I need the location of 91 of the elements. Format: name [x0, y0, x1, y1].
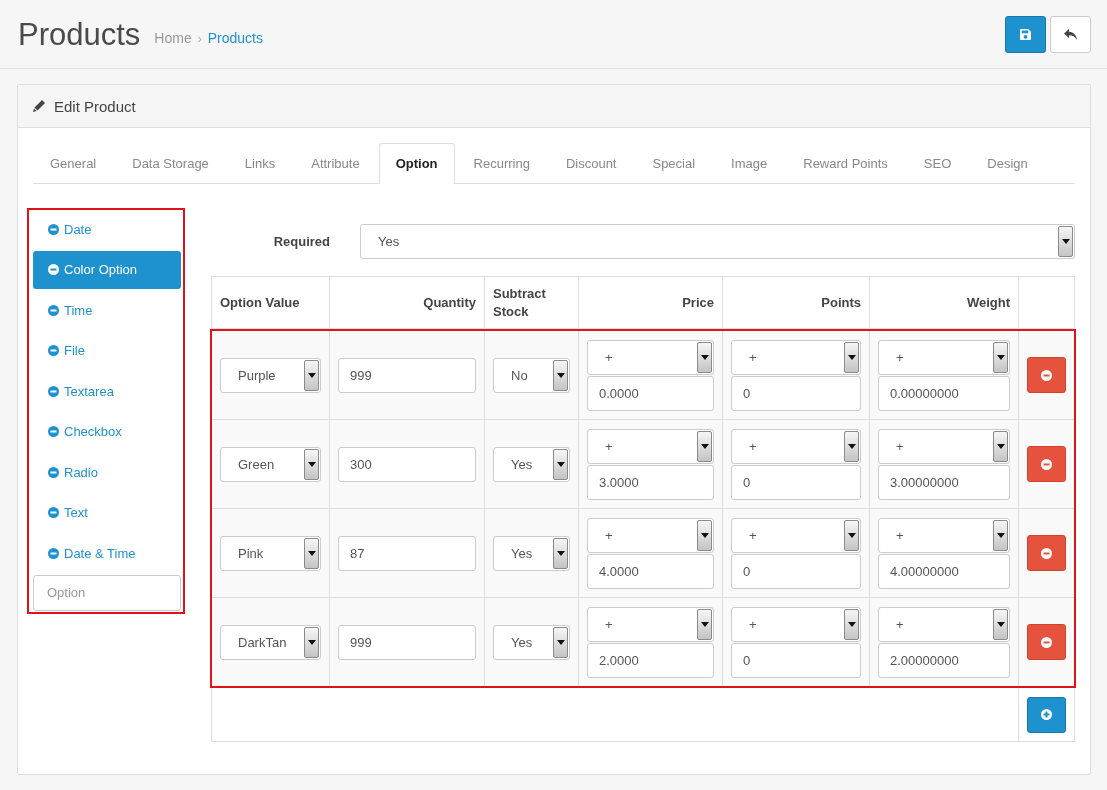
tab[interactable]: Links	[227, 143, 293, 183]
points-prefix-select[interactable]: +	[731, 517, 861, 553]
option-list-item[interactable]: Time	[33, 291, 181, 329]
subtract-stock-select[interactable]: Yes	[493, 624, 570, 660]
quantity-field[interactable]: 300	[338, 446, 476, 482]
column-header: Weight	[966, 293, 1010, 312]
weight-field[interactable]: 2.00000000	[878, 642, 1010, 678]
add-button[interactable]	[1027, 696, 1066, 733]
quantity-field[interactable]: 999	[338, 357, 476, 393]
weight-prefix-select[interactable]: +	[878, 428, 1010, 464]
page-title: Products	[18, 18, 141, 50]
points-prefix-select[interactable]: +	[731, 339, 861, 375]
option-list-item[interactable]: Text	[33, 493, 181, 532]
minus-circle-icon	[48, 507, 59, 518]
tab[interactable]: Reward Points	[786, 143, 905, 183]
minus-circle-icon	[1041, 547, 1052, 559]
weight-prefix-select[interactable]: +	[878, 339, 1010, 375]
column-header: Option Value	[220, 293, 300, 312]
plus-circle-icon	[1041, 709, 1052, 720]
back-button[interactable]	[1050, 15, 1091, 53]
tab[interactable]: General	[33, 143, 114, 183]
quantity-field[interactable]: 87	[338, 535, 476, 571]
tab[interactable]: Design	[970, 143, 1045, 183]
minus-circle-icon	[48, 385, 59, 397]
tab[interactable]: Special	[635, 143, 713, 183]
tab[interactable]: Image	[714, 143, 785, 183]
minus-circle-icon	[1041, 369, 1052, 381]
weight-prefix-select[interactable]: +	[878, 517, 1010, 553]
reply-arrow-icon	[1064, 28, 1077, 40]
option-list-item[interactable]: Color Option	[33, 250, 181, 289]
option-value-select[interactable]: DarkTan	[220, 624, 321, 660]
minus-circle-icon	[48, 264, 59, 275]
price-field[interactable]: 3.0000	[587, 464, 714, 500]
remove-button[interactable]	[1027, 624, 1066, 660]
minus-circle-icon	[1041, 458, 1052, 470]
price-field[interactable]: 2.0000	[587, 642, 714, 678]
option-value-select[interactable]: Pink	[220, 535, 321, 571]
option-list-item[interactable]: File	[33, 331, 181, 370]
option-value-select[interactable]: Purple	[220, 357, 321, 393]
tab[interactable]: SEO	[906, 143, 969, 183]
remove-button[interactable]	[1027, 357, 1066, 393]
weight-field[interactable]: 0.00000000	[878, 375, 1010, 411]
column-header: Points	[821, 293, 861, 312]
weight-field[interactable]: 4.00000000	[878, 553, 1010, 589]
minus-circle-icon	[48, 345, 59, 356]
subtract-stock-select[interactable]: Yes	[493, 446, 570, 482]
price-prefix-select[interactable]: +	[587, 517, 714, 553]
breadcrumb-separator: ›	[197, 32, 202, 46]
remove-button[interactable]	[1027, 535, 1066, 571]
points-prefix-select[interactable]: +	[731, 428, 861, 464]
points-field[interactable]: 0	[731, 375, 861, 411]
weight-prefix-select[interactable]: +	[878, 606, 1010, 642]
pencil-icon	[33, 100, 45, 112]
option-list-item[interactable]: Date	[33, 210, 181, 248]
column-header: Subtract Stock	[493, 284, 547, 321]
remove-button[interactable]	[1027, 446, 1066, 482]
required-label: Required	[272, 234, 331, 249]
minus-circle-icon	[48, 304, 59, 316]
points-prefix-select[interactable]: +	[731, 606, 861, 642]
required-select[interactable]: Yes	[360, 224, 1075, 259]
tab[interactable]: Attribute	[294, 143, 377, 183]
option-list-item[interactable]: Radio	[33, 453, 181, 491]
column-header: Quantity	[423, 293, 476, 312]
weight-field[interactable]: 3.00000000	[878, 464, 1010, 500]
option-value-select[interactable]: Green	[220, 446, 321, 482]
points-field[interactable]: 0	[731, 464, 861, 500]
save-button[interactable]	[1005, 15, 1046, 53]
tab[interactable]: Data Storage	[115, 143, 226, 183]
price-field[interactable]: 4.0000	[587, 553, 714, 589]
quantity-field[interactable]: 999	[338, 624, 476, 660]
minus-circle-icon	[48, 466, 59, 478]
price-prefix-select[interactable]: +	[587, 606, 714, 642]
price-prefix-select[interactable]: +	[587, 428, 714, 464]
subtract-stock-select[interactable]: No	[493, 357, 570, 393]
tab[interactable]: Discount	[548, 143, 634, 183]
option-list-item[interactable]: Checkbox	[33, 412, 181, 451]
points-field[interactable]: 0	[731, 553, 861, 589]
minus-circle-icon	[48, 426, 59, 437]
tab[interactable]: Recurring	[456, 143, 547, 183]
minus-circle-icon	[48, 547, 59, 559]
panel-title: Edit Product	[54, 97, 136, 115]
option-list-item[interactable]: Textarea	[33, 372, 181, 410]
minus-circle-icon	[1041, 636, 1052, 648]
column-header: Price	[682, 293, 714, 312]
price-prefix-select[interactable]: +	[587, 339, 714, 375]
points-field[interactable]: 0	[731, 642, 861, 678]
option-list-item[interactable]: Date & Time	[33, 534, 181, 572]
subtract-stock-select[interactable]: Yes	[493, 535, 570, 571]
minus-circle-icon	[48, 223, 59, 235]
price-field[interactable]: 0.0000	[587, 375, 714, 411]
tab[interactable]: Option	[378, 143, 455, 184]
